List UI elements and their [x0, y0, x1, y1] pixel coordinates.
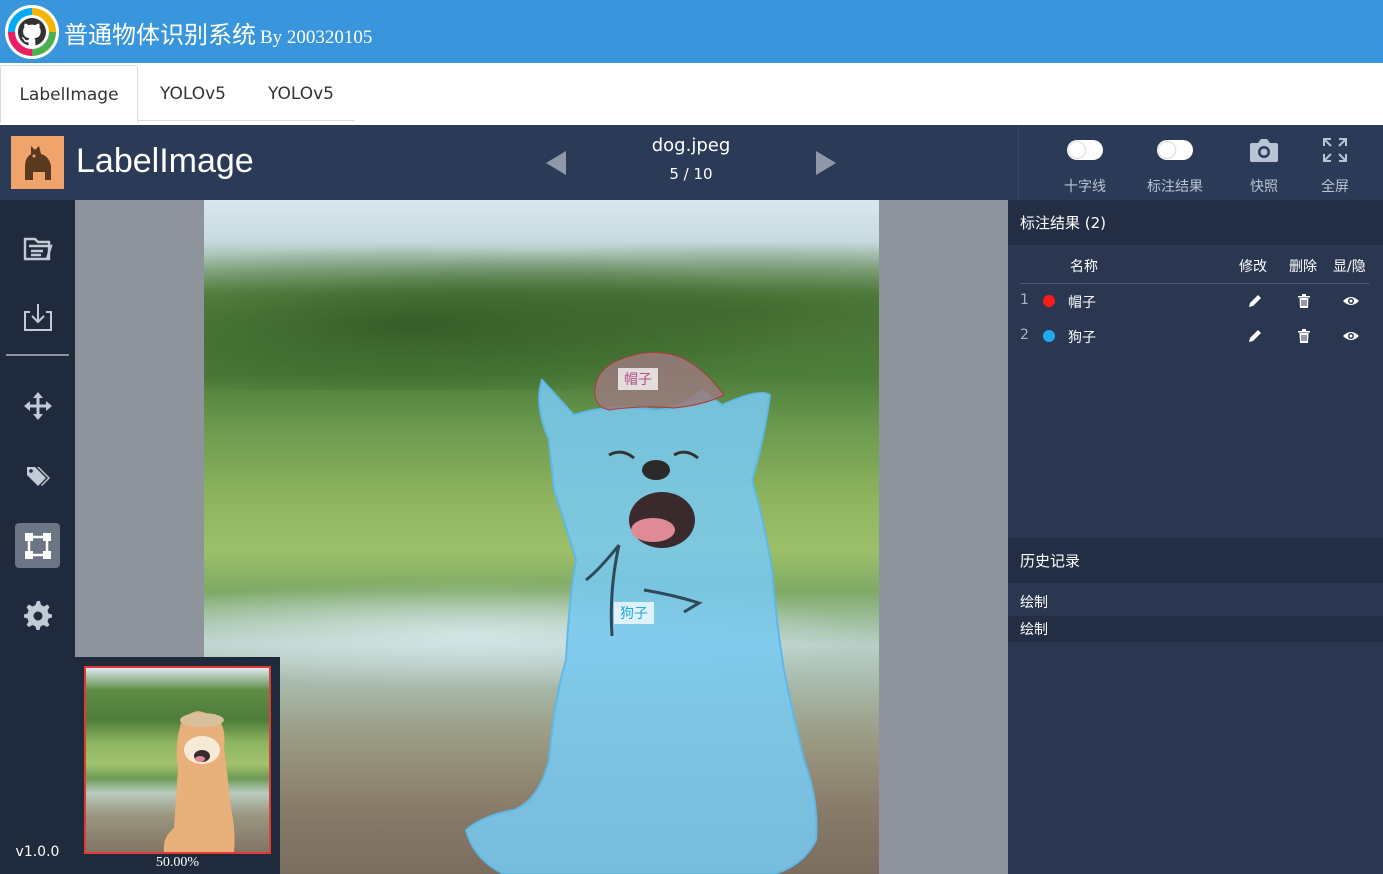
settings-button[interactable]	[15, 593, 60, 638]
file-counter: 5 / 10	[669, 165, 713, 183]
app-header: 普通物体识别系统 By 200320105	[0, 0, 1383, 63]
tab-yolov5-2[interactable]: YOLOv5	[248, 65, 354, 123]
hat-annotation-polygon	[594, 352, 725, 411]
right-panel: 标注结果 (2) 名称 修改 删除 显/隐 1 帽子 2 狗子 历史记录 绘制 …	[1008, 200, 1383, 874]
column-edit: 修改	[1239, 259, 1267, 275]
annotation-color-dot	[1043, 295, 1055, 307]
crosshair-switch[interactable]	[1067, 140, 1103, 160]
column-toggle: 显/隐	[1333, 259, 1366, 275]
column-name: 名称	[1070, 259, 1098, 275]
dog-nose	[642, 460, 670, 480]
rectangle-tool-button[interactable]	[15, 523, 60, 568]
toolbar-divider	[1018, 125, 1019, 200]
open-folder-button[interactable]	[15, 225, 60, 270]
annotation-row[interactable]: 1 帽子	[1020, 284, 1370, 318]
history-panel-title: 历史记录	[1008, 538, 1383, 583]
show-results-switch[interactable]	[1157, 140, 1193, 160]
fullscreen-label: 全屏	[1321, 179, 1349, 195]
gear-icon	[23, 600, 52, 630]
annotation-color-dot	[1043, 330, 1055, 342]
github-logo-icon	[5, 5, 59, 59]
tab-yolov5-1[interactable]: YOLOv5	[138, 65, 248, 123]
history-item[interactable]: 绘制	[1008, 616, 1383, 642]
snapshot-label: 快照	[1250, 179, 1278, 195]
fullscreen-button[interactable]: 全屏	[1305, 125, 1365, 200]
annotations-list-header: 名称 修改 删除 显/隐	[1020, 250, 1370, 284]
download-icon	[23, 303, 52, 331]
toggle-visibility-button[interactable]	[1342, 292, 1360, 310]
delete-annotation-button[interactable]	[1295, 292, 1313, 310]
trash-icon	[1298, 294, 1310, 308]
dog-tongue	[631, 518, 675, 542]
move-icon	[23, 391, 52, 420]
trash-icon	[1298, 329, 1310, 343]
edit-annotation-button[interactable]	[1246, 292, 1264, 310]
app-title: 普通物体识别系统 By 200320105	[64, 15, 372, 50]
file-name: dog.jpeg	[651, 135, 731, 156]
minimap-zoom-level: 50.00%	[155, 855, 200, 870]
dog-tag-label: 狗子	[614, 602, 654, 624]
arrow-right-icon	[816, 151, 836, 175]
labelimage-title: LabelImage	[76, 142, 254, 180]
fullscreen-icon	[1323, 138, 1347, 162]
tags-icon	[26, 466, 50, 486]
camera-icon	[1250, 139, 1278, 162]
eye-icon	[1343, 297, 1359, 305]
show-results-toggle[interactable]: 标注结果	[1136, 125, 1214, 200]
pencil-icon	[1249, 295, 1261, 307]
tab-bar: LabelImage YOLOv5 YOLOv5	[0, 63, 1383, 125]
annotation-index: 2	[1020, 327, 1029, 343]
minimap: 50.00%	[75, 657, 280, 874]
prev-image-button[interactable]	[540, 147, 572, 179]
annotation-name: 帽子	[1068, 295, 1096, 311]
sidebar-separator	[6, 354, 69, 356]
tab-labelimage[interactable]: LabelImage	[0, 65, 138, 123]
pencil-icon	[1249, 330, 1261, 342]
app-title-text: 普通物体识别系统	[64, 21, 256, 49]
snapshot-button[interactable]: 快照	[1234, 125, 1294, 200]
next-image-button[interactable]	[810, 147, 842, 179]
arrow-left-icon	[546, 151, 566, 175]
minimap-thumbnail[interactable]	[84, 666, 271, 854]
dog-photo: 帽子 狗子	[204, 200, 879, 874]
toggle-visibility-button[interactable]	[1342, 327, 1360, 345]
column-delete: 删除	[1289, 259, 1317, 275]
tag-tool-button[interactable]	[15, 453, 60, 498]
export-button[interactable]	[15, 294, 60, 339]
annotations-panel-title: 标注结果 (2)	[1008, 200, 1383, 245]
crosshair-label: 十字线	[1064, 179, 1106, 195]
editor-toolbar: LabelImage dog.jpeg 5 / 10 十字线 标注结果 快照 全…	[0, 125, 1383, 200]
eye-icon	[1343, 332, 1359, 340]
crosshair-toggle[interactable]: 十字线	[1050, 125, 1120, 200]
edit-annotation-button[interactable]	[1246, 327, 1264, 345]
folder-open-icon	[23, 237, 53, 260]
app-subtitle: By 200320105	[260, 27, 373, 48]
annotation-overlay[interactable]	[204, 200, 879, 874]
history-item[interactable]: 绘制	[1008, 589, 1383, 615]
annotation-name: 狗子	[1068, 330, 1096, 346]
labelimage-logo-icon	[11, 136, 64, 189]
hat-tag-label: 帽子	[618, 368, 658, 390]
move-tool-button[interactable]	[15, 383, 60, 428]
tab-underline	[137, 120, 355, 121]
left-sidebar: v1.0.0	[0, 200, 75, 874]
bounding-box-icon	[24, 532, 51, 559]
annotation-index: 1	[1020, 292, 1029, 308]
dog-annotation-polygon	[464, 378, 818, 874]
minimap-dog	[163, 711, 235, 852]
show-results-label: 标注结果	[1147, 179, 1203, 195]
delete-annotation-button[interactable]	[1295, 327, 1313, 345]
annotation-row[interactable]: 2 狗子	[1020, 319, 1370, 353]
version-label: v1.0.0	[15, 844, 60, 860]
